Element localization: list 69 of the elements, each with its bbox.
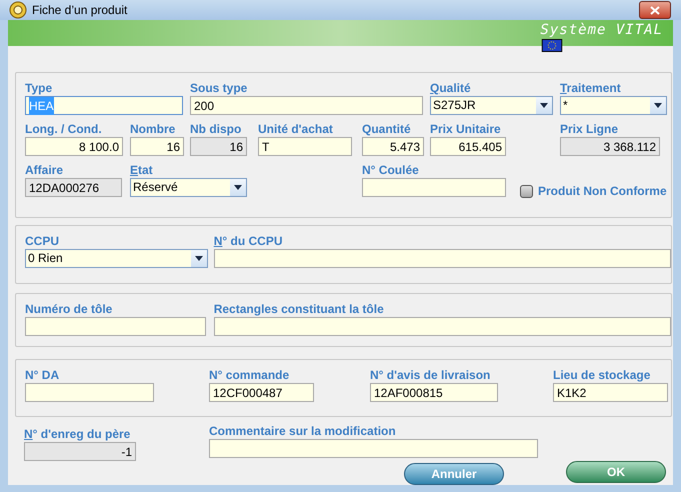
field-label: Prix Unitaire bbox=[430, 122, 502, 137]
input-field[interactable]: 5.473 bbox=[362, 137, 424, 156]
dropdown[interactable]: 0 Rien bbox=[25, 249, 208, 268]
field-value: T bbox=[262, 138, 270, 156]
field-label: Commentaire sur la modification bbox=[209, 424, 397, 439]
field-value: 200 bbox=[194, 98, 214, 114]
input-field[interactable]: 12CF000487 bbox=[209, 383, 314, 402]
input-field[interactable]: 615.405 bbox=[430, 137, 506, 156]
field-value: 12AF000815 bbox=[374, 384, 443, 402]
field-label: N° Coulée bbox=[362, 163, 420, 178]
field-label: N° d'enreg du père bbox=[24, 427, 132, 442]
field-value: Réservé bbox=[133, 179, 178, 196]
field-label: Prix Ligne bbox=[560, 122, 620, 137]
field-value: 12CF000487 bbox=[213, 384, 282, 402]
input-field[interactable] bbox=[25, 317, 206, 336]
field-label: Unité d'achat bbox=[258, 122, 334, 137]
field-value: 0 Rien bbox=[28, 250, 63, 267]
field-value: 8 100.0 bbox=[78, 138, 119, 156]
input-field[interactable] bbox=[214, 317, 671, 336]
field-label: Rectangles constituant la tôle bbox=[214, 302, 385, 317]
input-field[interactable] bbox=[362, 178, 506, 197]
dropdown[interactable]: S275JR bbox=[430, 96, 553, 115]
checkbox-label: Produit Non Conforme bbox=[538, 183, 667, 200]
input-field[interactable]: 16 bbox=[130, 137, 184, 156]
input-field[interactable]: 12AF000815 bbox=[370, 383, 498, 402]
field-label: Etat bbox=[130, 163, 154, 178]
field-label: Traitement bbox=[560, 81, 622, 96]
field-label: N° commande bbox=[209, 368, 290, 383]
input-field[interactable] bbox=[209, 439, 538, 458]
field-label: Numéro de tôle bbox=[25, 302, 114, 317]
field-value: S275JR bbox=[433, 97, 476, 114]
field-value: -1 bbox=[121, 444, 132, 460]
field-value: 615.405 bbox=[458, 138, 502, 156]
field-label: N° DA bbox=[25, 368, 60, 383]
field-label: Sous type bbox=[190, 81, 248, 96]
field-label: CCPU bbox=[25, 234, 60, 249]
field-value: * bbox=[563, 97, 568, 114]
field-value: K1K2 bbox=[557, 384, 586, 402]
input-field[interactable]: K1K2 bbox=[553, 383, 668, 402]
field-value: 16 bbox=[230, 138, 243, 156]
close-icon bbox=[650, 6, 660, 14]
field-label: Quantité bbox=[362, 122, 412, 137]
field-label: N° d'avis de livraison bbox=[370, 368, 492, 383]
field-label: Nb dispo bbox=[190, 122, 242, 137]
field-label: Type bbox=[25, 81, 54, 96]
dropdown[interactable]: Réservé bbox=[130, 178, 247, 197]
field-label: Nombre bbox=[130, 122, 176, 137]
field-value: HEA bbox=[29, 96, 54, 114]
field-label: Affaire bbox=[25, 163, 64, 178]
input-field[interactable]: T bbox=[258, 137, 352, 156]
input-field[interactable] bbox=[25, 383, 154, 402]
field-label: Lieu de stockage bbox=[553, 368, 652, 383]
input-field[interactable]: 200 bbox=[190, 96, 423, 115]
field-label: Qualité bbox=[430, 81, 472, 96]
banner-title: Système VITAL bbox=[540, 22, 663, 38]
app-icon bbox=[9, 1, 27, 19]
field-value: 5.473 bbox=[390, 138, 420, 156]
flag-icon bbox=[541, 39, 563, 52]
window-title: Fiche d’un produit bbox=[32, 2, 128, 19]
field-value: 12DA000276 bbox=[29, 180, 100, 196]
field-value: 3 368.112 bbox=[604, 138, 656, 156]
field-value: 16 bbox=[166, 138, 180, 156]
checkbox[interactable] bbox=[520, 184, 533, 198]
dropdown[interactable]: * bbox=[560, 96, 667, 115]
input-field[interactable]: 8 100.0 bbox=[25, 137, 123, 156]
field-label: N° du CCPU bbox=[214, 234, 284, 249]
input-field[interactable] bbox=[214, 249, 671, 268]
field-label: Long. / Cond. bbox=[25, 122, 103, 137]
close-button[interactable] bbox=[639, 1, 671, 19]
